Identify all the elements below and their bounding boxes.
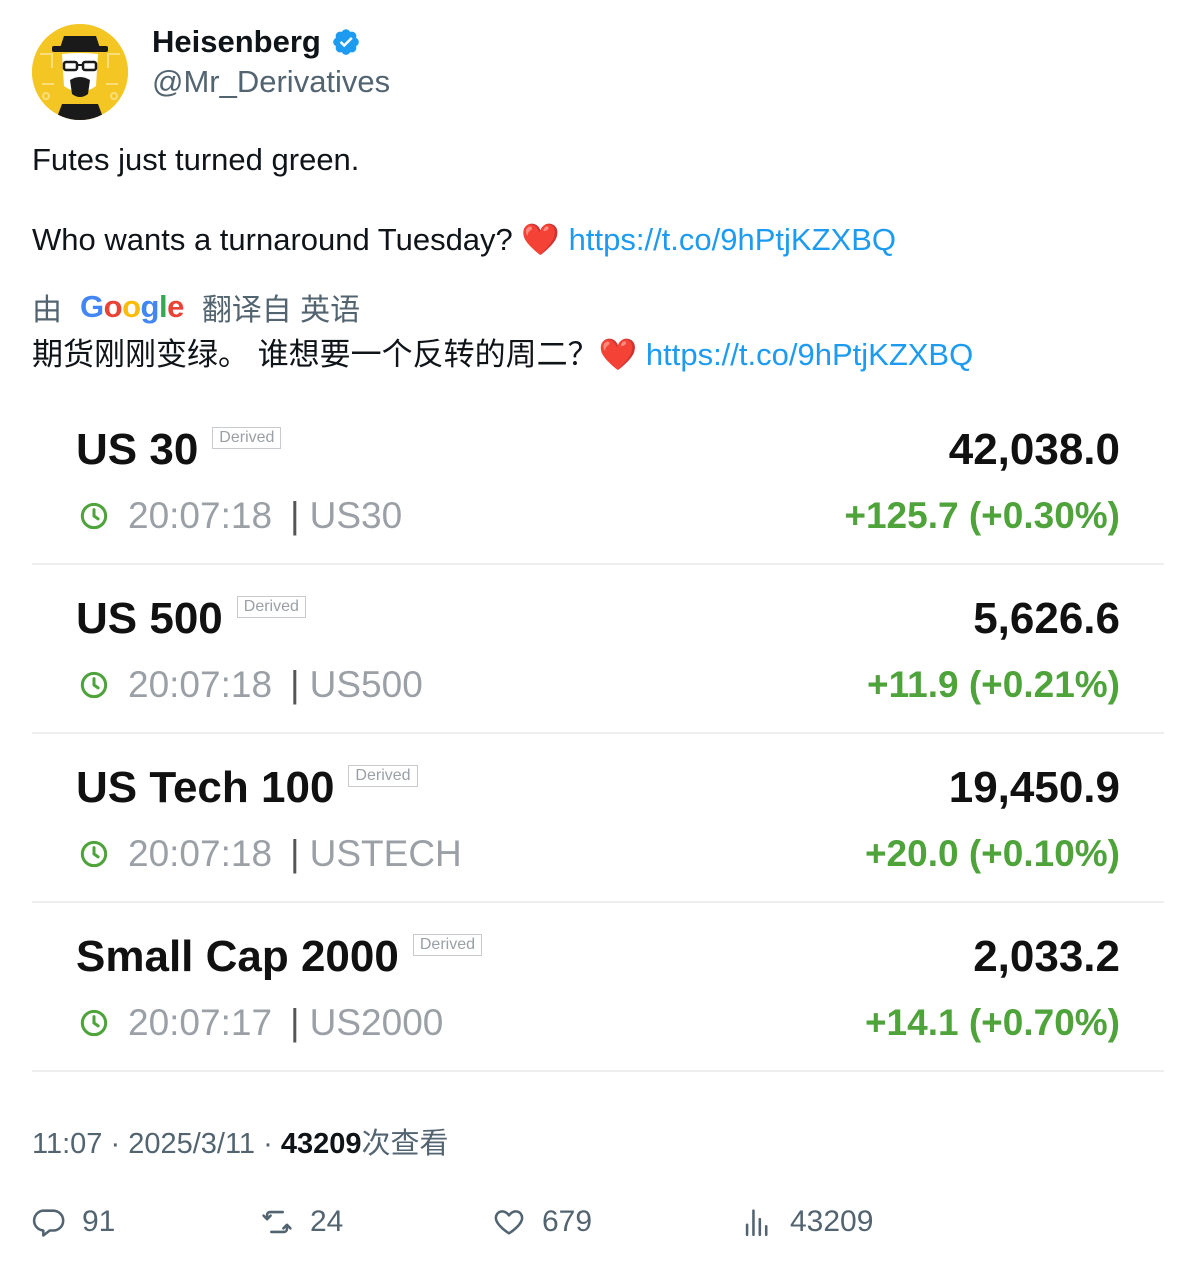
quote-time: 20:07:18 — [128, 495, 273, 536]
derived-badge: Derived — [348, 765, 418, 787]
name-row: Heisenberg — [152, 24, 361, 60]
google-logo-icon: Google — [80, 289, 184, 324]
quote-change: +11.9 (+0.21%) — [866, 664, 1120, 705]
user-handle[interactable]: @Mr_Derivatives — [152, 64, 390, 100]
like-count: 679 — [542, 1205, 593, 1238]
views-count: 43209 — [280, 1128, 362, 1160]
reply-button[interactable]: 91 — [32, 1205, 115, 1239]
tweet-line-1: Futes just turned green. — [32, 142, 360, 177]
quote-name-label: US 500 — [76, 594, 223, 643]
tweet-time[interactable]: 11:07 — [32, 1128, 102, 1160]
views-action-count: 43209 — [790, 1205, 874, 1238]
derived-badge: Derived — [236, 596, 306, 618]
quote-meta: 20:07:18 | USTECH — [80, 833, 462, 875]
derived-badge: Derived — [412, 934, 482, 956]
tweet-line-2: Who wants a turnaround Tuesday? ❤️ https… — [32, 220, 896, 260]
avatar[interactable] — [32, 24, 128, 120]
heart-emoji-icon: ❤️ — [598, 337, 638, 372]
clock-icon — [80, 1009, 108, 1037]
quote-name-label: US Tech 100 — [76, 763, 335, 812]
heart-icon — [494, 1210, 524, 1235]
quote-name: US Tech 100 Derived — [76, 763, 418, 813]
quote-price: 5,626.6 — [973, 594, 1120, 643]
tweet-link[interactable]: https://t.co/9hPtjKZXBQ — [569, 222, 896, 257]
heart-emoji-icon: ❤️ — [521, 222, 561, 257]
tweet-date[interactable]: 2025/3/11 — [128, 1128, 255, 1160]
quote-name-label: US 30 — [76, 425, 199, 474]
retweet-button[interactable]: 24 — [260, 1205, 343, 1239]
retweet-count: 24 — [310, 1205, 344, 1238]
tweet-timestamp: 11:07 · 2025/3/11 · 43209次查看 — [32, 1128, 449, 1160]
quote-row: Small Cap 2000 Derived 2,033.2 20:07:17 | U… — [32, 902, 1164, 1072]
quote-time: 20:07:18 — [128, 664, 273, 705]
reply-icon — [32, 1209, 65, 1237]
tweet-header: Heisenberg @Mr_Derivatives — [32, 24, 1132, 120]
quote-price: 42,038.0 — [948, 425, 1120, 474]
quote-time: 20:07:18 — [128, 833, 273, 874]
quote-meta: 20:07:17 | US2000 — [80, 1002, 443, 1044]
quote-symbol: US500 — [309, 664, 423, 705]
derived-badge: Derived — [212, 427, 282, 449]
quote-row: US Tech 100 Derived 19,450.9 20:07:18 | UST… — [32, 733, 1164, 903]
heisenberg-avatar-icon — [32, 24, 128, 120]
like-button[interactable]: 679 — [492, 1205, 592, 1239]
quote-symbol: US2000 — [309, 1002, 444, 1043]
clock-icon — [80, 671, 108, 699]
quote-card-image[interactable]: US 30 Derived 42,038.0 20:07:18 | US30 +125… — [32, 395, 1164, 1072]
quote-name: US 500 Derived — [76, 594, 306, 644]
quote-price: 19,450.9 — [948, 763, 1120, 812]
quote-name: US 30 Derived — [76, 425, 282, 475]
action-bar: 91 24 679 43209 — [32, 1205, 1132, 1253]
retweet-icon — [262, 1210, 292, 1234]
quote-row: US 500 Derived 5,626.6 20:07:18 | US500 +11… — [32, 564, 1164, 734]
analytics-icon — [745, 1209, 768, 1237]
clock-icon — [80, 502, 108, 530]
tweet-line-2-text: Who wants a turnaround Tuesday? — [32, 222, 522, 257]
translated-link[interactable]: https://t.co/9hPtjKZXBQ — [646, 337, 973, 372]
display-name[interactable]: Heisenberg — [152, 24, 321, 60]
quote-symbol: USTECH — [309, 833, 462, 874]
quote-price: 2,033.2 — [973, 932, 1120, 981]
quote-change: +20.0 (+0.10%) — [864, 833, 1120, 874]
clock-icon — [80, 840, 108, 868]
views-label: 次查看 — [361, 1128, 449, 1160]
reply-count: 91 — [82, 1205, 116, 1238]
translation-attribution[interactable]: 由 Google 翻译自 英语 — [32, 285, 360, 329]
quote-change: +14.1 (+0.70%) — [864, 1002, 1120, 1043]
quote-name-label: Small Cap 2000 — [76, 932, 399, 981]
quote-name: Small Cap 2000 Derived — [76, 932, 482, 982]
verified-badge-icon — [333, 29, 359, 55]
translation-suffix: 翻译自 英语 — [201, 294, 361, 327]
translated-text: 期货刚刚变绿。 谁想要一个反转的周二？❤️ https://t.co/9hPtj… — [32, 334, 973, 376]
views-button[interactable]: 43209 — [740, 1205, 873, 1239]
quote-time: 20:07:17 — [128, 1002, 273, 1043]
translation-prefix: 由 — [32, 294, 62, 327]
quote-meta: 20:07:18 | US30 — [80, 495, 402, 537]
quote-meta: 20:07:18 | US500 — [80, 664, 423, 706]
translated-body: 期货刚刚变绿。 谁想要一个反转的周二？ — [32, 337, 599, 372]
quote-change: +125.7 (+0.30%) — [844, 495, 1120, 536]
quote-symbol: US30 — [309, 495, 403, 536]
quote-row: US 30 Derived 42,038.0 20:07:18 | US30 +125… — [32, 395, 1164, 565]
